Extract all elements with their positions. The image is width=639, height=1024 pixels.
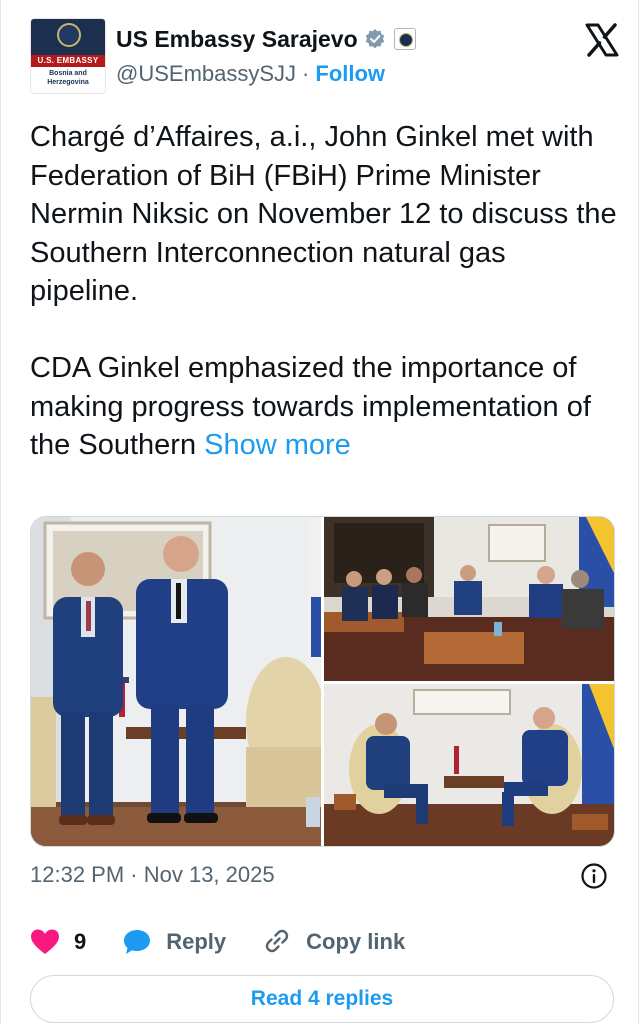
like-count: 9 [74, 929, 87, 954]
copy-link-button[interactable]: Copy link [262, 928, 405, 956]
info-icon[interactable] [580, 862, 608, 890]
follow-button[interactable]: Follow [315, 61, 385, 87]
separator-dot: · [302, 61, 310, 86]
tweet-text: Chargé d’Affaires, a.i., John Ginkel met… [30, 118, 620, 465]
media-grid [30, 516, 615, 847]
tweet-embed-card: U.S. EMBASSY Bosnia and Herzegovina US E… [0, 0, 639, 1024]
like-button[interactable]: 9 [30, 928, 86, 956]
tweet-timestamp[interactable]: 12:32 PM · Nov 13, 2025 [30, 862, 275, 888]
read-replies-button[interactable]: Read 4 replies [30, 975, 614, 1023]
handle-row: @USEmbassySJJ · Follow [116, 60, 385, 88]
photo-standing[interactable] [31, 517, 321, 846]
photo-meeting-room[interactable] [324, 517, 614, 681]
link-icon [265, 929, 289, 953]
avatar-sub-text: Bosnia and Herzegovina [47, 70, 89, 86]
copy-link-label: Copy link [306, 929, 406, 954]
tweet-header: U.S. EMBASSY Bosnia and Herzegovina US E… [30, 16, 620, 96]
reply-label: Reply [166, 929, 227, 954]
government-affiliation-icon [393, 28, 416, 50]
action-bar: 9 Reply Copy link [30, 924, 620, 960]
account-handle[interactable]: @USEmbassySJJ [116, 61, 296, 87]
embassy-seal-icon [57, 23, 81, 47]
verified-badge-icon [364, 28, 386, 50]
reply-button[interactable]: Reply [122, 928, 226, 956]
x-logo-icon[interactable] [584, 22, 620, 58]
show-more-link[interactable]: Show more [204, 429, 351, 461]
account-name[interactable]: US Embassy Sarajevo [116, 26, 358, 53]
speech-bubble-icon [124, 930, 151, 954]
avatar-band-text: U.S. EMBASSY [31, 55, 105, 67]
photo-seated-meeting[interactable] [324, 684, 614, 846]
avatar[interactable]: U.S. EMBASSY Bosnia and Herzegovina [30, 18, 106, 94]
tweet-paragraph-1: Chargé d’Affaires, a.i., John Ginkel met… [30, 121, 625, 307]
account-name-row: US Embassy Sarajevo [116, 24, 416, 54]
heart-icon [31, 929, 59, 954]
